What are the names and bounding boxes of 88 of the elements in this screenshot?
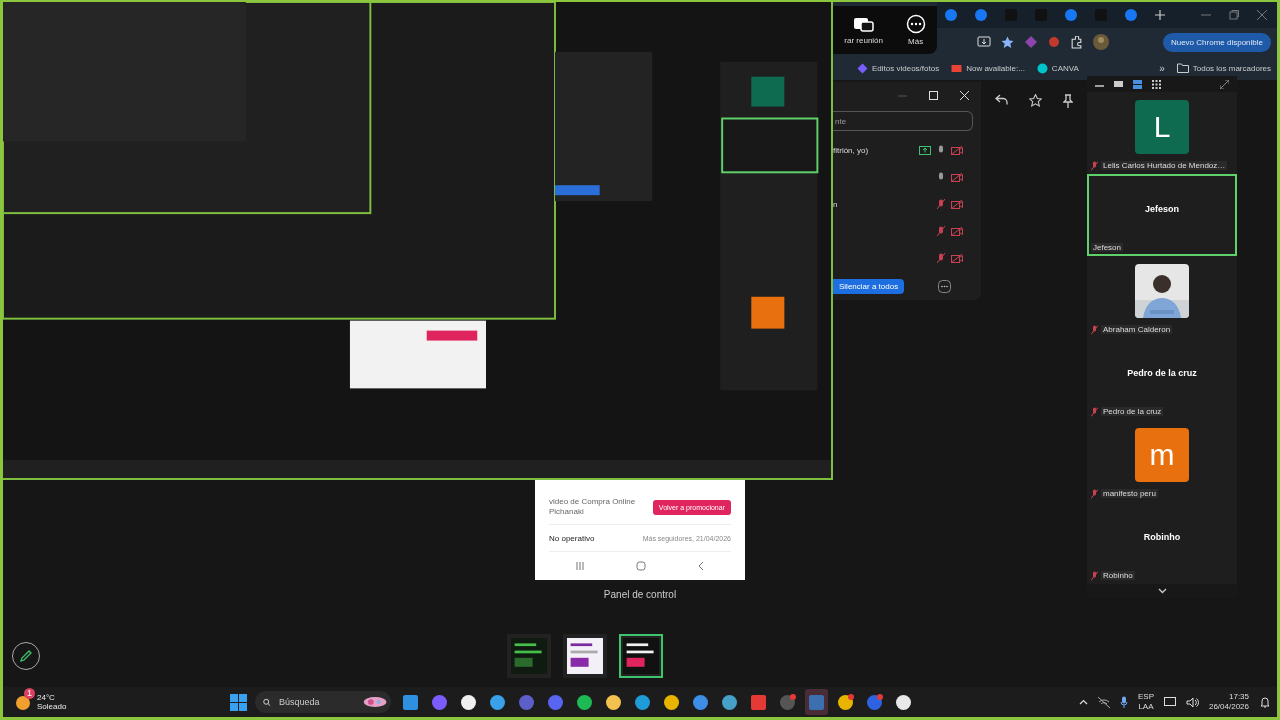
folder-icon[interactable] [1176, 63, 1189, 73]
tab-icon[interactable] [1065, 9, 1077, 21]
update-button[interactable]: Nuevo Chrome disponible [1162, 32, 1271, 52]
participant-name: Robinho [1101, 571, 1135, 580]
expand-icon[interactable] [1220, 79, 1229, 89]
muted-mic-icon[interactable] [937, 253, 945, 264]
participant-name: manifesto peru [1101, 489, 1158, 498]
display-icon[interactable] [1163, 696, 1176, 708]
bookmarks-overflow[interactable]: » [1159, 62, 1165, 74]
tab-icon[interactable] [945, 9, 957, 21]
video-tile[interactable]: m manifesto peru [1087, 420, 1237, 502]
strip-view-icon[interactable] [1133, 79, 1142, 89]
participant-name: Pedro de la cruz [1101, 407, 1164, 416]
window-thumbnail[interactable] [619, 633, 663, 678]
tab-icon[interactable] [975, 9, 987, 21]
volume-icon[interactable] [1185, 696, 1199, 708]
bookmark[interactable]: Now available:... [966, 63, 1025, 73]
camera-off-icon[interactable] [951, 146, 963, 155]
language-indicator[interactable]: ESP LAA [1137, 692, 1154, 712]
search-icon[interactable] [263, 696, 271, 708]
participant-name: fitrión, yo) [833, 146, 869, 155]
pin-icon[interactable] [1062, 94, 1073, 108]
search-input[interactable]: Búsqueda [277, 696, 357, 709]
participant-name: Lelis Carlos Hurtado de Mendoz… [1101, 161, 1228, 170]
video-title: video de Compra Online Pichanaki [549, 497, 637, 517]
star-icon[interactable] [1029, 94, 1042, 107]
share-window-icon[interactable] [852, 15, 875, 33]
toolbar-label[interactable]: rar reunión [844, 36, 883, 45]
window-thumbnail[interactable] [507, 633, 551, 678]
tab-icon[interactable] [1125, 9, 1137, 21]
camera-off-icon[interactable] [951, 227, 963, 236]
maximize-icon[interactable] [929, 90, 938, 100]
window-caption: Panel de control [603, 589, 677, 600]
video-tile[interactable]: Jefeson Jefeson [1087, 174, 1237, 256]
profile-avatar-icon[interactable] [1093, 34, 1109, 50]
muted-mic-icon[interactable] [937, 226, 945, 237]
participant-name: Abraham Calderon [1101, 325, 1173, 334]
muted-mic-icon[interactable] [937, 199, 945, 210]
back-icon[interactable] [697, 561, 706, 571]
avatar-letter: m [1135, 427, 1189, 482]
camera-off-icon[interactable] [951, 200, 963, 209]
notification-badge: 1 [24, 687, 35, 699]
search-bar[interactable]: Búsqueda [255, 691, 392, 714]
more-options-icon[interactable] [938, 280, 951, 293]
bookmark-icon[interactable] [1036, 62, 1048, 74]
search-field[interactable]: nte [833, 111, 973, 131]
video-tile[interactable]: L Lelis Carlos Hurtado de Mendoz… [1087, 92, 1237, 174]
video-tile[interactable]: Abraham Calderon [1087, 256, 1237, 338]
star-icon[interactable] [1001, 35, 1014, 49]
participant-title: Jefeson [1145, 203, 1179, 214]
restore-icon[interactable] [1229, 10, 1239, 20]
show-hidden-icon[interactable] [1078, 699, 1088, 706]
extension-icon[interactable] [1048, 36, 1060, 48]
new-tab-icon[interactable] [1155, 10, 1165, 20]
chevron-down-icon[interactable] [1157, 588, 1167, 594]
participant-name: Jefeson [1091, 243, 1124, 252]
start-icon[interactable] [230, 693, 248, 711]
clock[interactable]: 17:35 26/04/2026 [1208, 692, 1249, 712]
avatar-letter: L [1135, 99, 1189, 154]
notification-bell-icon[interactable] [1259, 696, 1271, 709]
puzzle-icon[interactable] [1070, 35, 1083, 49]
participant-name: n [833, 200, 838, 209]
participant-title: Robinho [1143, 531, 1181, 542]
pencil-icon[interactable] [19, 648, 33, 663]
home-icon[interactable] [636, 561, 646, 571]
all-bookmarks[interactable]: Todos los marcadores [1192, 63, 1271, 73]
status-label: No operativo [549, 533, 595, 543]
temperature: 24°C [37, 692, 56, 703]
mute-all-button[interactable]: Silenciar a todos [833, 279, 905, 294]
video-tile[interactable]: Pedro de la cruz Pedro de la cruz [1087, 338, 1237, 420]
video-tile[interactable]: Robinho Robinho [1087, 502, 1237, 584]
more-icon[interactable] [905, 14, 926, 34]
camera-off-icon[interactable] [951, 254, 963, 263]
window-thumbnail[interactable] [563, 633, 607, 678]
participant-title: Pedro de la cruz [1127, 367, 1197, 378]
grid-view-icon[interactable] [1152, 79, 1161, 89]
weather-condition: Soleado [37, 702, 67, 712]
bookmark[interactable]: CANVA [1051, 63, 1079, 73]
toolbar-label[interactable]: Más [908, 37, 924, 46]
bookmark-icon[interactable] [951, 62, 963, 74]
network-off-icon[interactable] [1097, 696, 1110, 708]
camera-off-icon[interactable] [951, 173, 963, 182]
install-icon[interactable] [977, 36, 991, 48]
reply-icon[interactable] [995, 94, 1009, 105]
bookmark[interactable]: Editos videos/fotos [872, 63, 940, 73]
microphone-icon[interactable] [1119, 696, 1128, 709]
bookmark-icon[interactable] [857, 62, 868, 74]
extension-icon[interactable] [1024, 35, 1038, 49]
